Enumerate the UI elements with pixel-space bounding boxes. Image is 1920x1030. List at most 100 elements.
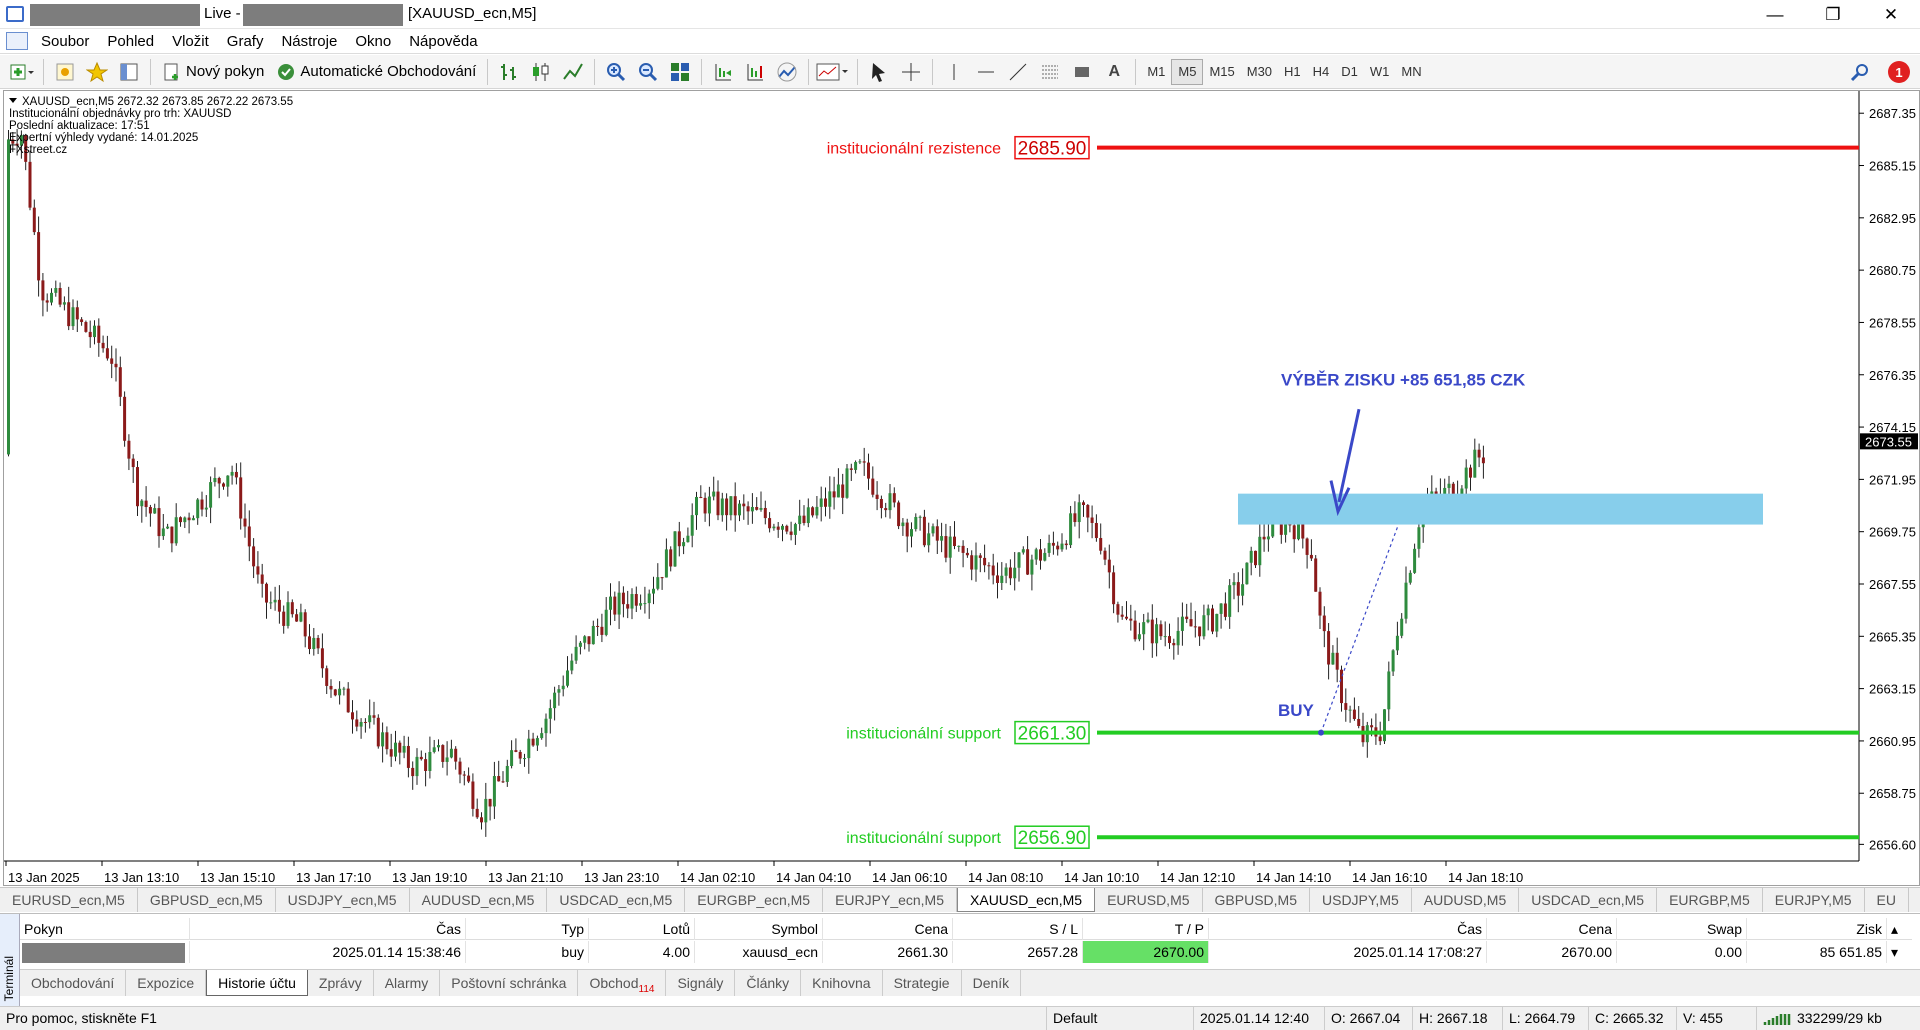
- col-lots[interactable]: Lotů: [589, 918, 695, 940]
- menu-charts[interactable]: Grafy: [218, 33, 273, 50]
- terminal-tab[interactable]: Signály: [666, 970, 736, 996]
- scroll-down-icon[interactable]: ▾: [1887, 941, 1912, 963]
- fibo-icon[interactable]: [1036, 58, 1064, 86]
- col-time[interactable]: Čas: [190, 918, 466, 940]
- terminal-tab[interactable]: Historie účtu: [206, 970, 308, 996]
- timeframe-h4[interactable]: H4: [1307, 59, 1336, 85]
- symbol-tab[interactable]: GBPUSD_ecn,M5: [138, 888, 276, 912]
- terminal-tab[interactable]: Zprávy: [308, 970, 374, 996]
- col-profit[interactable]: Zisk: [1747, 918, 1887, 940]
- symbol-tab[interactable]: EURUSD_ecn,M5: [0, 888, 138, 912]
- close-button[interactable]: ✕: [1862, 0, 1920, 29]
- menu-window[interactable]: Okno: [346, 33, 400, 50]
- timeframe-h1[interactable]: H1: [1278, 59, 1307, 85]
- navigator-icon[interactable]: [115, 58, 143, 86]
- symbol-tab[interactable]: EURUSD,M5: [1095, 888, 1203, 912]
- auto-trading-button[interactable]: Automatické Obchodování: [272, 58, 480, 86]
- indicators-icon[interactable]: [816, 58, 850, 86]
- symbol-tab[interactable]: EURJPY,M5: [1763, 888, 1865, 912]
- menu-file[interactable]: Soubor: [32, 33, 98, 50]
- terminal-tab[interactable]: Alarmy: [374, 970, 441, 996]
- col-symbol[interactable]: Symbol: [695, 918, 823, 940]
- col-order[interactable]: Pokyn: [20, 918, 190, 940]
- price-tick-label: 2682.95: [1869, 211, 1916, 226]
- scroll-up-icon[interactable]: ▴: [1887, 918, 1912, 940]
- cursor-icon[interactable]: [865, 58, 893, 86]
- candle-body: [32, 207, 36, 233]
- rectangle-icon[interactable]: [1068, 58, 1096, 86]
- terminal-tab[interactable]: Knihovna: [801, 970, 883, 996]
- col-close-price[interactable]: Cena: [1487, 918, 1617, 940]
- symbol-tab[interactable]: USDJPY,M5: [1310, 888, 1412, 912]
- table-row[interactable]: 2025.01.14 15:38:46 buy 4.00 xauusd_ecn …: [20, 941, 1912, 963]
- col-tp[interactable]: T / P: [1083, 918, 1209, 940]
- search-icon[interactable]: [1846, 58, 1874, 86]
- new-order-button[interactable]: Nový pokyn: [158, 58, 268, 86]
- periodicity-icon[interactable]: [773, 58, 801, 86]
- col-type[interactable]: Typ: [466, 918, 589, 940]
- terminal-tab[interactable]: Expozice: [126, 970, 207, 996]
- timeframe-m15[interactable]: M15: [1203, 59, 1240, 85]
- candle-body: [1112, 572, 1116, 605]
- col-swap[interactable]: Swap: [1617, 918, 1747, 940]
- maximize-button[interactable]: ❐: [1804, 0, 1862, 29]
- menu-help[interactable]: Nápověda: [400, 33, 486, 50]
- time-tick-label: 14 Jan 12:10: [1160, 870, 1235, 885]
- symbol-tab[interactable]: XAUUSD_ecn,M5: [957, 888, 1096, 912]
- timeframe-m1[interactable]: M1: [1141, 59, 1171, 85]
- col-price[interactable]: Cena: [823, 918, 953, 940]
- text-tool-icon[interactable]: A: [1100, 58, 1128, 86]
- timeframe-mn[interactable]: MN: [1395, 59, 1427, 85]
- symbol-tab[interactable]: EURGBP_ecn,M5: [685, 888, 824, 912]
- auto-trading-icon: [278, 63, 295, 80]
- zoom-in-icon[interactable]: [602, 58, 630, 86]
- terminal-side-label[interactable]: Terminál: [0, 914, 20, 1007]
- profiles-icon[interactable]: [51, 58, 79, 86]
- zoom-out-icon[interactable]: [634, 58, 662, 86]
- timeframe-m5[interactable]: M5: [1171, 58, 1204, 85]
- new-chart-icon[interactable]: [8, 58, 36, 86]
- chart-shift-icon[interactable]: [741, 58, 769, 86]
- minimize-button[interactable]: —: [1746, 0, 1804, 29]
- menu-view[interactable]: Pohled: [98, 33, 163, 50]
- symbol-tab[interactable]: AUDUSD,M5: [1412, 888, 1520, 912]
- horizontal-line-icon[interactable]: [972, 58, 1000, 86]
- terminal-tab[interactable]: Poštovní schránka: [440, 970, 579, 996]
- price-tick-label: 2674.15: [1869, 420, 1916, 435]
- mdi-child-icon[interactable]: [6, 32, 28, 50]
- terminal-tab[interactable]: Články: [735, 970, 802, 996]
- crosshair-icon[interactable]: [897, 58, 925, 86]
- terminal-tab[interactable]: Obchod114: [578, 970, 667, 996]
- line-chart-icon[interactable]: [559, 58, 587, 86]
- col-close-time[interactable]: Čas: [1209, 918, 1487, 940]
- symbol-tab[interactable]: USDJPY_ecn,M5: [276, 888, 410, 912]
- candlestick-icon[interactable]: [527, 58, 555, 86]
- price-chart[interactable]: institucionální rezistence 2685.90 insti…: [3, 90, 1920, 886]
- symbol-tab[interactable]: USDCAD_ecn,M5: [1519, 888, 1658, 912]
- tile-windows-icon[interactable]: [666, 58, 694, 86]
- status-profile[interactable]: Default: [1047, 1007, 1194, 1030]
- bar-chart-icon[interactable]: [495, 58, 523, 86]
- symbol-tab[interactable]: GBPUSD,M5: [1203, 888, 1310, 912]
- symbol-tab[interactable]: EU: [1865, 888, 1909, 912]
- trendline-icon[interactable]: [1004, 58, 1032, 86]
- terminal-tab[interactable]: Deník: [962, 970, 1022, 996]
- menu-insert[interactable]: Vložit: [163, 33, 218, 50]
- chart-info-line: Expertní výhledy vydané: 14.01.2025: [9, 132, 198, 144]
- symbol-tab[interactable]: USDCAD_ecn,M5: [547, 888, 686, 912]
- auto-scroll-icon[interactable]: [709, 58, 737, 86]
- notifications-badge[interactable]: 1: [1888, 61, 1910, 83]
- symbol-tab[interactable]: EURJPY_ecn,M5: [823, 888, 958, 912]
- symbol-tab[interactable]: EURGBP,M5: [1657, 888, 1763, 912]
- timeframe-d1[interactable]: D1: [1335, 59, 1364, 85]
- terminal-tab[interactable]: Obchodování: [20, 970, 127, 996]
- menu-tools[interactable]: Nástroje: [272, 33, 346, 50]
- symbol-tab[interactable]: AUDUSD_ecn,M5: [410, 888, 548, 912]
- timeframe-w1[interactable]: W1: [1364, 59, 1396, 85]
- timeframe-m30[interactable]: M30: [1241, 59, 1278, 85]
- collapse-info-icon[interactable]: [9, 98, 17, 103]
- vertical-line-icon[interactable]: [940, 58, 968, 86]
- favorites-icon[interactable]: [83, 58, 111, 86]
- terminal-tab[interactable]: Strategie: [883, 970, 962, 996]
- col-sl[interactable]: S / L: [953, 918, 1083, 940]
